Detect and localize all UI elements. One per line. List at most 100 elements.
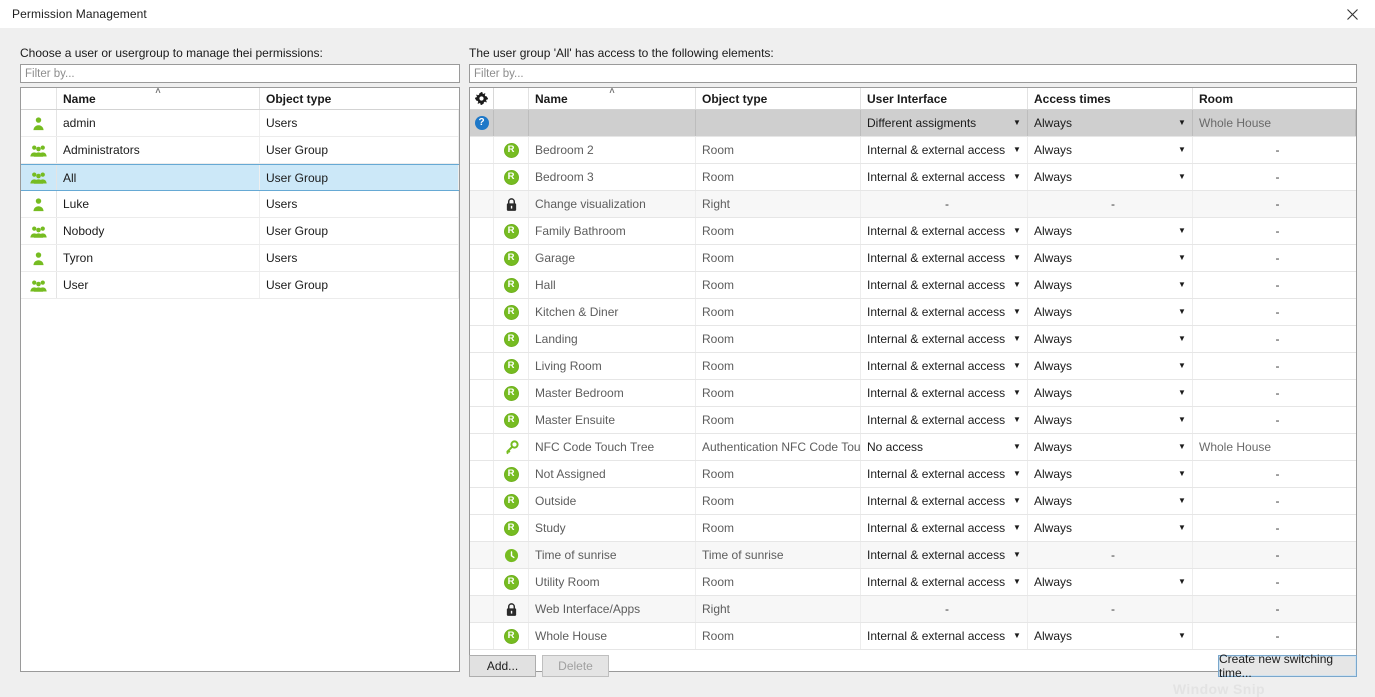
table-row[interactable]: R Landing Room Internal & external acces… bbox=[470, 326, 1356, 353]
table-row[interactable]: R Outside Room Internal & external acces… bbox=[470, 488, 1356, 515]
row-user-interface-cell[interactable]: Internal & external access ▼ bbox=[861, 137, 1028, 163]
row-access-times-cell[interactable]: Always ▼ bbox=[1028, 623, 1193, 649]
row-access-times-cell[interactable]: Always ▼ bbox=[1028, 326, 1193, 352]
column-header-settings[interactable] bbox=[470, 88, 494, 109]
table-row[interactable]: Change visualization Right - - - bbox=[470, 191, 1356, 218]
column-header-name[interactable]: Name ˄ bbox=[57, 88, 260, 109]
row-user-interface-cell-dropdown[interactable]: Internal & external access ▼ bbox=[861, 164, 1027, 190]
table-row[interactable]: Administrators User Group bbox=[21, 137, 459, 164]
row-user-interface-cell[interactable]: Internal & external access ▼ bbox=[861, 569, 1028, 595]
row-user-interface-cell-dropdown[interactable]: Internal & external access ▼ bbox=[861, 623, 1027, 649]
row-access-times-cell-dropdown[interactable]: Always ▼ bbox=[1028, 461, 1192, 487]
row-access-times-cell[interactable]: Always ▼ bbox=[1028, 434, 1193, 460]
row-access-times-cell[interactable]: Always ▼ bbox=[1028, 137, 1193, 163]
table-row[interactable]: R Bedroom 2 Room Internal & external acc… bbox=[470, 137, 1356, 164]
row-user-interface-cell[interactable]: Internal & external access ▼ bbox=[861, 164, 1028, 190]
column-header-name[interactable]: Name ˄ bbox=[529, 88, 696, 109]
row-access-times-cell-dropdown[interactable]: Always ▼ bbox=[1028, 137, 1192, 163]
help-icon[interactable]: ? bbox=[475, 116, 489, 130]
row-user-interface-cell-dropdown[interactable]: Internal & external access ▼ bbox=[861, 380, 1027, 406]
table-row[interactable]: All User Group bbox=[21, 164, 459, 191]
row-user-interface-cell[interactable]: Internal & external access ▼ bbox=[861, 542, 1028, 568]
table-row[interactable]: R Living Room Room Internal & external a… bbox=[470, 353, 1356, 380]
row-access-times-cell[interactable]: Always ▼ bbox=[1028, 353, 1193, 379]
row-user-interface-cell-dropdown[interactable]: Internal & external access ▼ bbox=[861, 515, 1027, 541]
row-user-interface-cell[interactable]: Different assigments ▼ bbox=[861, 110, 1028, 136]
row-access-times-cell-dropdown[interactable]: Always ▼ bbox=[1028, 272, 1192, 298]
table-row[interactable]: R Utility Room Room Internal & external … bbox=[470, 569, 1356, 596]
row-user-interface-cell[interactable]: No access ▼ bbox=[861, 434, 1028, 460]
table-row[interactable]: R Master Ensuite Room Internal & externa… bbox=[470, 407, 1356, 434]
row-access-times-cell[interactable]: Always ▼ bbox=[1028, 515, 1193, 541]
row-access-times-cell-dropdown[interactable]: Always ▼ bbox=[1028, 353, 1192, 379]
row-access-times-cell-dropdown[interactable]: Always ▼ bbox=[1028, 218, 1192, 244]
table-row[interactable]: Time of sunrise Time of sunrise Internal… bbox=[470, 542, 1356, 569]
right-filter-input[interactable] bbox=[469, 64, 1357, 83]
table-row[interactable]: Web Interface/Apps Right - - - bbox=[470, 596, 1356, 623]
table-row[interactable]: admin Users bbox=[21, 110, 459, 137]
row-access-times-cell[interactable]: Always ▼ bbox=[1028, 380, 1193, 406]
row-access-times-cell-dropdown[interactable]: Always ▼ bbox=[1028, 110, 1192, 136]
column-header-room[interactable]: Room bbox=[1193, 88, 1356, 109]
add-button[interactable]: Add... bbox=[469, 655, 536, 677]
row-access-times-cell-dropdown[interactable]: Always ▼ bbox=[1028, 434, 1192, 460]
table-row[interactable]: Nobody User Group bbox=[21, 218, 459, 245]
row-user-interface-cell[interactable]: Internal & external access ▼ bbox=[861, 326, 1028, 352]
table-row[interactable]: R Family Bathroom Room Internal & extern… bbox=[470, 218, 1356, 245]
row-access-times-cell-dropdown[interactable]: Always ▼ bbox=[1028, 488, 1192, 514]
row-access-times-cell[interactable]: Always ▼ bbox=[1028, 218, 1193, 244]
permissions-summary-row[interactable]: ? Different assigments ▼ Always ▼ Whole … bbox=[470, 110, 1356, 137]
table-row[interactable]: R Master Bedroom Room Internal & externa… bbox=[470, 380, 1356, 407]
close-button[interactable] bbox=[1329, 0, 1375, 28]
row-access-times-cell[interactable]: Always ▼ bbox=[1028, 272, 1193, 298]
row-user-interface-cell[interactable]: Internal & external access ▼ bbox=[861, 299, 1028, 325]
row-user-interface-cell[interactable]: Internal & external access ▼ bbox=[861, 218, 1028, 244]
row-user-interface-cell-dropdown[interactable]: Internal & external access ▼ bbox=[861, 353, 1027, 379]
row-access-times-cell-dropdown[interactable]: Always ▼ bbox=[1028, 623, 1192, 649]
row-access-times-cell[interactable]: Always ▼ bbox=[1028, 488, 1193, 514]
table-row[interactable]: R Hall Room Internal & external access ▼… bbox=[470, 272, 1356, 299]
row-user-interface-cell[interactable]: Internal & external access ▼ bbox=[861, 353, 1028, 379]
row-access-times-cell-dropdown[interactable]: Always ▼ bbox=[1028, 326, 1192, 352]
row-user-interface-cell-dropdown[interactable]: No access ▼ bbox=[861, 434, 1027, 460]
row-user-interface-cell[interactable]: Internal & external access ▼ bbox=[861, 488, 1028, 514]
left-filter-input[interactable] bbox=[20, 64, 460, 83]
table-row[interactable]: User User Group bbox=[21, 272, 459, 299]
row-user-interface-cell-dropdown[interactable]: Internal & external access ▼ bbox=[861, 299, 1027, 325]
table-row[interactable]: Tyron Users bbox=[21, 245, 459, 272]
row-user-interface-cell[interactable]: Internal & external access ▼ bbox=[861, 245, 1028, 271]
row-access-times-cell[interactable]: Always ▼ bbox=[1028, 461, 1193, 487]
column-header-access-times[interactable]: Access times bbox=[1028, 88, 1193, 109]
row-help-cell[interactable]: ? bbox=[470, 110, 494, 136]
row-user-interface-cell-dropdown[interactable]: Internal & external access ▼ bbox=[861, 245, 1027, 271]
row-access-times-cell[interactable]: Always ▼ bbox=[1028, 245, 1193, 271]
row-access-times-cell-dropdown[interactable]: Always ▼ bbox=[1028, 380, 1192, 406]
table-row[interactable]: R Kitchen & Diner Room Internal & extern… bbox=[470, 299, 1356, 326]
row-user-interface-cell[interactable]: Internal & external access ▼ bbox=[861, 623, 1028, 649]
row-user-interface-cell-dropdown[interactable]: Different assigments ▼ bbox=[861, 110, 1027, 136]
create-switching-time-button[interactable]: Create new switching time... bbox=[1218, 655, 1357, 677]
column-header-object-type[interactable]: Object type bbox=[696, 88, 861, 109]
row-user-interface-cell-dropdown[interactable]: Internal & external access ▼ bbox=[861, 326, 1027, 352]
row-user-interface-cell-dropdown[interactable]: Internal & external access ▼ bbox=[861, 569, 1027, 595]
row-access-times-cell-dropdown[interactable]: Always ▼ bbox=[1028, 515, 1192, 541]
table-row[interactable]: NFC Code Touch Tree Authentication NFC C… bbox=[470, 434, 1356, 461]
row-access-times-cell[interactable]: Always ▼ bbox=[1028, 299, 1193, 325]
row-access-times-cell[interactable]: Always ▼ bbox=[1028, 407, 1193, 433]
row-user-interface-cell[interactable]: Internal & external access ▼ bbox=[861, 515, 1028, 541]
table-row[interactable]: R Bedroom 3 Room Internal & external acc… bbox=[470, 164, 1356, 191]
row-user-interface-cell-dropdown[interactable]: Internal & external access ▼ bbox=[861, 407, 1027, 433]
column-header-user-interface[interactable]: User Interface bbox=[861, 88, 1028, 109]
row-user-interface-cell-dropdown[interactable]: Internal & external access ▼ bbox=[861, 488, 1027, 514]
delete-button[interactable]: Delete bbox=[542, 655, 609, 677]
row-access-times-cell[interactable]: Always ▼ bbox=[1028, 164, 1193, 190]
row-user-interface-cell[interactable]: Internal & external access ▼ bbox=[861, 380, 1028, 406]
row-access-times-cell-dropdown[interactable]: Always ▼ bbox=[1028, 245, 1192, 271]
row-access-times-cell-dropdown[interactable]: Always ▼ bbox=[1028, 407, 1192, 433]
row-access-times-cell-dropdown[interactable]: Always ▼ bbox=[1028, 299, 1192, 325]
row-user-interface-cell-dropdown[interactable]: Internal & external access ▼ bbox=[861, 137, 1027, 163]
row-user-interface-cell-dropdown[interactable]: Internal & external access ▼ bbox=[861, 218, 1027, 244]
table-row[interactable]: R Garage Room Internal & external access… bbox=[470, 245, 1356, 272]
row-user-interface-cell[interactable]: Internal & external access ▼ bbox=[861, 407, 1028, 433]
row-user-interface-cell[interactable]: Internal & external access ▼ bbox=[861, 272, 1028, 298]
